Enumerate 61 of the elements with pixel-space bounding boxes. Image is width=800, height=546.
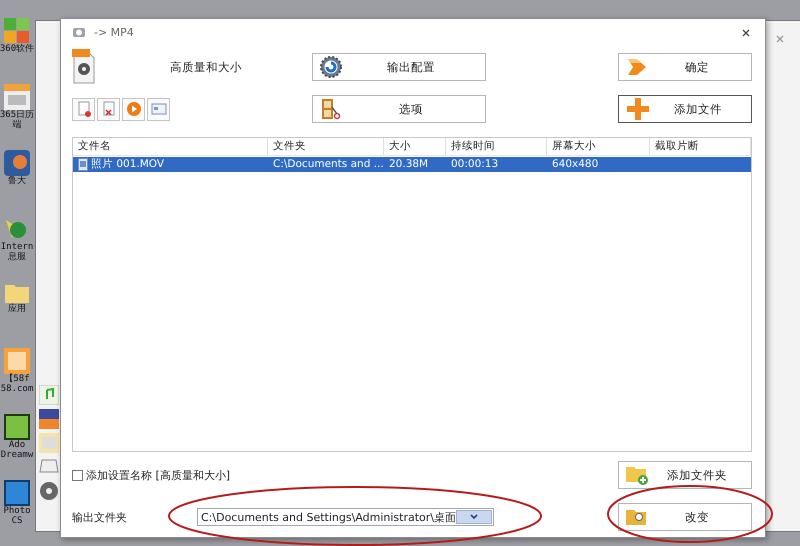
remove-file-icon (76, 101, 92, 117)
ok-button[interactable]: 确定 (618, 53, 752, 81)
column-header[interactable]: 文件夹 (268, 138, 384, 156)
table-cell: C:\Documents and ... (273, 157, 384, 172)
window-icon (150, 101, 166, 117)
file-icon (78, 158, 88, 171)
play-icon (126, 101, 142, 117)
action-button[interactable]: 选项 (312, 95, 486, 123)
column-header[interactable]: 文件名 (73, 138, 268, 156)
column-header[interactable]: 持续时间 (446, 138, 547, 156)
icon-label: 端 (12, 120, 22, 130)
picture-icon (39, 409, 59, 429)
icon-label: 365日历 (0, 110, 34, 120)
icon-label: Photo (3, 506, 31, 516)
toolbar-button[interactable] (147, 98, 170, 120)
document-icon (39, 433, 59, 453)
icon-label: 58.com (0, 384, 34, 394)
icon-label: CS (12, 516, 22, 526)
action-button[interactable]: 改变 (618, 503, 752, 531)
table-cell: 00:00:13 (451, 157, 498, 172)
action-button[interactable]: 输出配置 (312, 53, 486, 81)
film-reel-icon (39, 481, 59, 501)
app-logo-icon (72, 26, 86, 38)
action-button[interactable]: 添加文件夹 (618, 461, 752, 489)
icon-label: 鲁大 (8, 176, 26, 186)
toolbar-button[interactable] (72, 98, 95, 120)
profile-name: 高质量和大小 (170, 60, 242, 74)
gear-icon (319, 55, 343, 79)
video-file-icon (72, 49, 96, 85)
delete-file-icon (100, 101, 116, 117)
icon-label: 应用 (8, 304, 26, 314)
field-label: 输出文件夹 (72, 510, 128, 524)
icon-label: 息服 (8, 252, 26, 262)
toolbar-button[interactable] (122, 98, 145, 120)
column-header[interactable]: 屏幕大小 (547, 138, 650, 156)
music-icon (39, 385, 59, 405)
icon-label: 【58f (4, 374, 30, 384)
close-icon (776, 35, 784, 43)
file-row[interactable]: 照片 001.MOV C:\Documents and ... 20.38M 00:00:13 640x480 (73, 157, 751, 172)
table-cell: 640x480 (552, 157, 598, 172)
folder-icon (4, 282, 30, 304)
table-cell: 20.38M (389, 157, 428, 172)
folder-icon (625, 507, 649, 527)
icon-label: Intern (0, 242, 34, 252)
calendar-icon (4, 84, 30, 110)
close-icon (742, 29, 750, 37)
film-scissors-icon (319, 97, 343, 121)
icon-label: 360软件 (0, 44, 34, 54)
icon-label: Ado (8, 440, 26, 450)
icon-label: Dreamw (0, 450, 34, 460)
column-header[interactable]: 大小 (384, 138, 446, 156)
checkbox[interactable] (72, 470, 83, 480)
table-cell: 照片 001.MOV (91, 157, 164, 172)
plus-icon (625, 96, 651, 122)
folder-add-icon (625, 464, 649, 486)
toolbar-button[interactable] (97, 98, 120, 120)
column-header[interactable]: 截取片断 (650, 138, 751, 156)
action-button[interactable]: 添加文件 (618, 95, 752, 123)
folder-dropdown[interactable]: C:\Documents and Settings\Administrator\桌面 (197, 508, 494, 526)
window-title: -> MP4 (94, 26, 134, 38)
checkbox-label: 添加设置名称 [高质量和大小] (86, 468, 230, 482)
